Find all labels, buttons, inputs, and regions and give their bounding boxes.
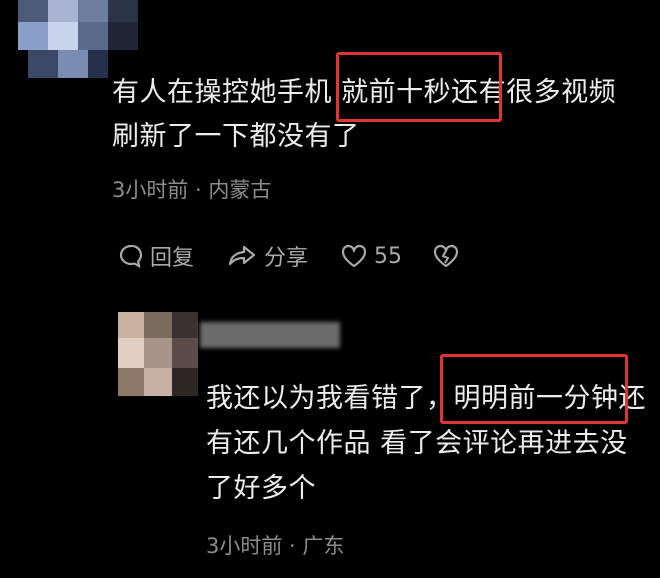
avatar[interactable] <box>18 0 138 78</box>
highlight-box <box>440 354 628 424</box>
blurred-username <box>200 322 340 348</box>
reply-icon <box>118 243 144 269</box>
share-icon <box>226 243 258 269</box>
broken-heart-icon <box>432 243 460 269</box>
comment-meta: 3小时前 · 内蒙古 <box>112 178 272 202</box>
avatar[interactable] <box>118 312 198 396</box>
reply-label: 回复 <box>150 246 195 271</box>
share-button[interactable]: 分享 <box>226 240 308 272</box>
comment-actions: 回复 分享 55 <box>118 240 460 272</box>
comment-text-line: 有还几个作品 看了会评论再进去没 <box>206 428 628 459</box>
like-count: 55 <box>374 243 403 269</box>
dislike-button[interactable] <box>432 243 460 269</box>
highlight-box <box>336 52 502 122</box>
share-label: 分享 <box>264 246 309 271</box>
reply-button[interactable]: 回复 <box>118 240 194 272</box>
comment-text-line: 了好多个 <box>206 473 316 504</box>
like-button[interactable]: 55 <box>340 243 402 269</box>
comment-text-line: 刷新了一下都没有了 <box>112 121 360 152</box>
comment-meta: 3小时前 · 广东 <box>206 534 345 558</box>
heart-icon <box>340 243 368 269</box>
